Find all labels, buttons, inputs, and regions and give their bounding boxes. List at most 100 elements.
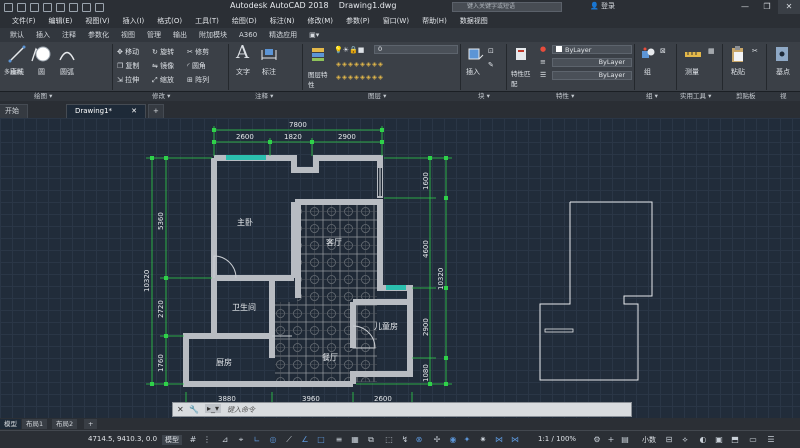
object-snap-tracking-icon[interactable]: ∠ xyxy=(300,435,310,445)
ribbon-toggle-icon[interactable]: ▣▾ xyxy=(309,31,319,39)
lock-ui-icon[interactable]: ⟡ xyxy=(680,435,690,445)
tab-addins[interactable]: 附加模块 xyxy=(199,30,227,40)
redo-icon[interactable] xyxy=(95,2,104,12)
menu-parametric[interactable]: 参数(P) xyxy=(346,16,370,26)
scale-button[interactable]: ⤢ 缩放 xyxy=(152,75,174,85)
units-icon[interactable]: ▤ xyxy=(620,435,630,445)
tab-start[interactable]: 开始 xyxy=(0,104,28,118)
tab-featured-apps[interactable]: 精选应用 xyxy=(269,30,297,40)
panel-title-clipboard[interactable]: 剪贴板 xyxy=(736,92,756,101)
layer-dropdown[interactable]: 0 xyxy=(374,45,458,54)
copy-button[interactable]: ❐ 复制 xyxy=(117,61,140,71)
save-as-icon[interactable] xyxy=(56,2,65,12)
rotate-button[interactable]: ↻ 旋转 xyxy=(152,47,174,57)
menu-draw[interactable]: 绘图(D) xyxy=(232,16,257,26)
tab-default[interactable]: 默认 xyxy=(10,30,24,40)
annotation-monitor-icon[interactable]: ✦ xyxy=(462,435,472,445)
close-button[interactable]: ✕ xyxy=(778,0,800,14)
menu-tools[interactable]: 工具(T) xyxy=(195,16,219,26)
gizmo-icon[interactable]: ✢ xyxy=(432,435,442,445)
command-close-button[interactable]: ✕ xyxy=(177,405,184,414)
annotation-scale-icon[interactable]: ⋈ xyxy=(494,435,504,445)
dynamic-input-icon[interactable]: ⌖ xyxy=(236,435,246,445)
tab-insert[interactable]: 插入 xyxy=(36,30,50,40)
circle-icon[interactable] xyxy=(34,45,52,63)
login-button[interactable]: 👤 登录 xyxy=(590,1,615,11)
annotation-visibility-icon[interactable]: ◉ xyxy=(448,435,458,445)
cut-copy-icons[interactable]: ✂ xyxy=(752,47,758,55)
tab-model[interactable]: 模型 xyxy=(0,419,21,429)
edit-block-icon[interactable]: ✎ xyxy=(488,61,494,69)
measure-icon[interactable] xyxy=(684,46,702,62)
tab-a360[interactable]: A360 xyxy=(239,31,257,39)
group-tools-icon[interactable]: ⊠ xyxy=(660,47,666,55)
search-input[interactable]: 键入关键字或短语 xyxy=(452,2,562,12)
object-snap-icon[interactable]: □ xyxy=(316,435,326,445)
panel-title-groups[interactable]: 组 ▾ xyxy=(646,92,658,101)
menu-icon[interactable]: ☰ xyxy=(766,435,776,445)
text-icon[interactable]: A xyxy=(236,42,249,63)
infer-constraints-icon[interactable]: ⊿ xyxy=(220,435,230,445)
tab-layout1[interactable]: 布局1 xyxy=(22,419,48,429)
selection-filter-icon[interactable]: ⊗ xyxy=(414,435,424,445)
tab-output[interactable]: 输出 xyxy=(173,30,187,40)
dynamic-ucs-icon[interactable]: ↯ xyxy=(400,435,410,445)
trim-button[interactable]: ✂ 修剪 xyxy=(187,47,209,57)
isolate-objects-icon[interactable]: ◐ xyxy=(698,435,708,445)
tab-view[interactable]: 视图 xyxy=(121,30,135,40)
panel-title-draw[interactable]: 绘图 ▾ xyxy=(34,92,52,101)
tab-layout2[interactable]: 布局2 xyxy=(52,419,78,429)
tab-manage[interactable]: 管理 xyxy=(147,30,161,40)
match-properties-icon[interactable] xyxy=(514,46,530,62)
transparency-icon[interactable]: ▦ xyxy=(350,435,360,445)
3d-osnap-icon[interactable]: ⬚ xyxy=(384,435,394,445)
print-icon[interactable] xyxy=(69,2,78,12)
insert-block-icon[interactable] xyxy=(466,46,484,62)
panel-title-layers[interactable]: 图层 ▾ xyxy=(368,92,386,101)
move-button[interactable]: ✥ 移动 xyxy=(117,47,139,57)
lineweight-toggle-icon[interactable]: ≡ xyxy=(334,435,344,445)
group-icon[interactable] xyxy=(640,46,656,62)
panel-title-view[interactable]: 视 xyxy=(780,92,787,101)
selection-cycling-icon[interactable]: ⧉ xyxy=(366,435,376,445)
paste-icon[interactable] xyxy=(730,45,746,63)
add-layout-button[interactable]: + xyxy=(84,419,98,429)
annotation-scale-dropdown[interactable]: 1:1 / 100% xyxy=(538,435,576,443)
menu-data-view[interactable]: 数据视图 xyxy=(460,16,488,26)
clean-screen-icon[interactable]: ⬒ xyxy=(730,435,740,445)
quick-properties-icon[interactable]: ⊟ xyxy=(664,435,674,445)
grid-icon[interactable]: # xyxy=(188,435,198,445)
open-icon[interactable] xyxy=(30,2,39,12)
panel-title-modify[interactable]: 修改 ▾ xyxy=(152,92,170,101)
linetype-dropdown[interactable]: ByLayer xyxy=(552,58,632,67)
isodraft-icon[interactable]: ⟋ xyxy=(284,435,294,445)
tab-drawing1[interactable]: Drawing1* ✕ xyxy=(66,104,146,118)
menu-window[interactable]: 窗口(W) xyxy=(383,16,409,26)
menu-format[interactable]: 格式(O) xyxy=(157,16,182,26)
command-customize-icon[interactable]: 🔧 xyxy=(189,405,199,414)
color-icon[interactable]: ● xyxy=(540,45,546,53)
tab-close-icon[interactable]: ✕ xyxy=(131,105,137,118)
hardware-acceleration-icon[interactable]: ▣ xyxy=(714,435,724,445)
tab-annotate[interactable]: 注释 xyxy=(62,30,76,40)
array-button[interactable]: ⊞ 阵列 xyxy=(187,75,209,85)
create-block-icon[interactable]: ⊡ xyxy=(488,47,494,55)
menu-view[interactable]: 视图(V) xyxy=(85,16,109,26)
lineweight-dropdown[interactable]: ByLayer xyxy=(552,71,632,80)
mirror-button[interactable]: ⇋ 镜像 xyxy=(152,61,174,71)
panel-title-properties[interactable]: 特性 ▾ xyxy=(556,92,574,101)
new-tab-button[interactable]: + xyxy=(148,104,164,118)
layer-state-icons[interactable]: 💡☀🔒■ xyxy=(334,46,364,54)
settings-gear-icon[interactable]: ⚙ xyxy=(592,435,602,445)
snap-icon[interactable]: ⋮ xyxy=(202,435,212,445)
polar-tracking-icon[interactable]: ◎ xyxy=(268,435,278,445)
menu-file[interactable]: 文件(F) xyxy=(12,16,36,26)
undo-icon[interactable] xyxy=(82,2,91,12)
menu-edit[interactable]: 编辑(E) xyxy=(49,16,73,26)
minimize-button[interactable]: — xyxy=(734,0,756,14)
drawing-canvas[interactable]: 主卧 客厅 卫生间 儿童房 厨房 餐厅 7800 2600 1820 2900 … xyxy=(0,118,800,418)
menu-modify[interactable]: 修改(M) xyxy=(307,16,333,26)
coordinate-readout[interactable]: 4714.5, 9410.3, 0.0 xyxy=(88,435,157,443)
model-space-button[interactable]: 模型 xyxy=(162,435,182,445)
line-icon[interactable] xyxy=(8,45,26,63)
